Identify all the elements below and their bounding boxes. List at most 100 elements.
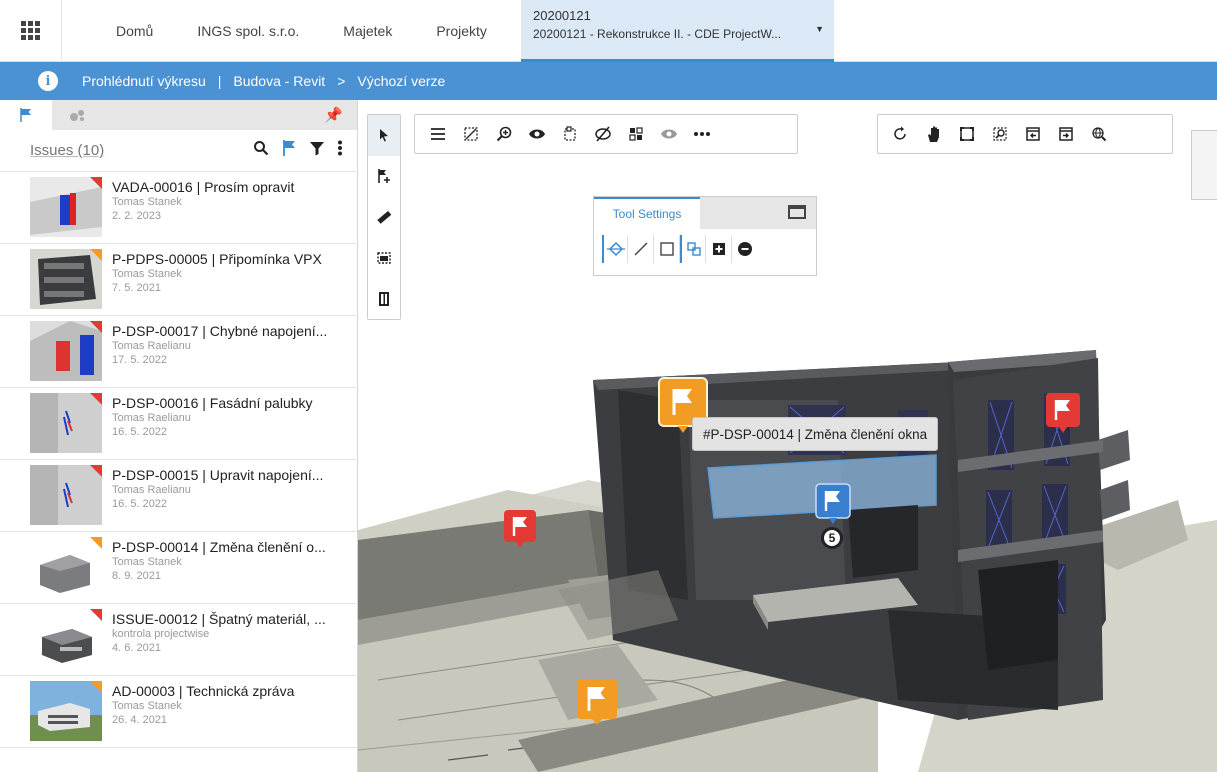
previous-view-icon[interactable] bbox=[1016, 119, 1049, 149]
issue-thumbnail bbox=[30, 609, 102, 669]
issue-title: P-PDPS-00005 | Připomínka VPX bbox=[112, 251, 322, 267]
select-tool-button[interactable] bbox=[368, 115, 400, 156]
issue-status-flag bbox=[90, 465, 102, 477]
breadcrumb-version[interactable]: Výchozí verze bbox=[357, 73, 445, 89]
issue-tooltip: #P-DSP-00014 | Změna členění okna bbox=[692, 417, 939, 451]
issue-status-flag bbox=[90, 249, 102, 261]
point-tool-icon[interactable] bbox=[602, 235, 628, 263]
section-button[interactable] bbox=[368, 237, 400, 278]
markup-icon bbox=[70, 110, 84, 121]
project-name: 20200121 - Rekonstrukce II. - CDE Projec… bbox=[533, 27, 782, 41]
tab-issues[interactable] bbox=[0, 100, 52, 130]
issue-thumbnail bbox=[30, 321, 102, 381]
remove-minus-icon[interactable] bbox=[732, 235, 758, 263]
add-plus-icon[interactable] bbox=[706, 235, 732, 263]
issue-list-item[interactable]: ISSUE-00012 | Špatný materiál, ... kontro… bbox=[0, 604, 357, 676]
eye-icon[interactable] bbox=[520, 119, 553, 149]
info-icon[interactable]: i bbox=[38, 71, 58, 91]
issue-date: 8. 9. 2021 bbox=[112, 570, 161, 582]
flag-icon bbox=[504, 510, 536, 548]
measure-button[interactable] bbox=[368, 197, 400, 238]
issue-status-flag bbox=[90, 537, 102, 549]
issue-author: Tomas Raelianu bbox=[112, 340, 191, 352]
model-viewport[interactable]: Tool Settings #P-DSP-00014 | Změna členě… bbox=[358, 100, 1217, 772]
search-icon[interactable] bbox=[253, 140, 269, 161]
issue-list-item[interactable]: VADA-00016 | Prosím opravit Tomas Stanek 2… bbox=[0, 172, 357, 244]
rectangle-tool-icon[interactable] bbox=[654, 235, 680, 263]
pan-hand-icon[interactable] bbox=[917, 119, 950, 149]
sheets-icon bbox=[379, 291, 389, 306]
view-toolbar bbox=[414, 114, 798, 154]
breadcrumb-model[interactable]: Budova - Revit bbox=[233, 73, 325, 89]
tab-tool-settings[interactable]: Tool Settings bbox=[594, 197, 700, 229]
issue-marker-blue[interactable] bbox=[815, 483, 851, 528]
project-code: 20200121 bbox=[533, 8, 591, 23]
flag-icon bbox=[20, 108, 31, 122]
issue-title: AD-00003 | Technická zpráva bbox=[112, 683, 295, 699]
project-selector[interactable]: 20200121 20200121 - Rekonstrukce II. - C… bbox=[521, 0, 834, 62]
issue-author: Tomas Raelianu bbox=[112, 484, 191, 496]
breadcrumb-separator: | bbox=[217, 73, 222, 89]
issue-thumbnail bbox=[30, 393, 102, 453]
issue-date: 16. 5. 2022 bbox=[112, 426, 168, 438]
issue-author: Tomas Stanek bbox=[112, 268, 182, 280]
next-view-icon[interactable] bbox=[1049, 119, 1082, 149]
window-icon[interactable] bbox=[788, 205, 806, 219]
nav-company[interactable]: INGS spol. s.r.o. bbox=[175, 0, 321, 62]
pin-icon[interactable]: 📌 bbox=[324, 106, 343, 124]
issues-header: Issues (10) bbox=[0, 130, 357, 172]
filter-icon[interactable] bbox=[309, 140, 325, 161]
issue-date: 2. 2. 2023 bbox=[112, 210, 161, 222]
issue-list-item[interactable]: P-DSP-00014 | Změna členění o... Tomas St… bbox=[0, 532, 357, 604]
issue-list-item[interactable]: P-PDPS-00005 | Připomínka VPX Tomas Stane… bbox=[0, 244, 357, 316]
rotate-icon[interactable] bbox=[884, 119, 917, 149]
more-horizontal-icon[interactable] bbox=[685, 119, 718, 149]
flag-add-icon bbox=[378, 169, 390, 184]
nav-home[interactable]: Domů bbox=[96, 0, 175, 62]
issue-status-flag bbox=[90, 393, 102, 405]
hide-icon[interactable] bbox=[586, 119, 619, 149]
nav-assets[interactable]: Majetek bbox=[321, 0, 414, 62]
issue-title: ISSUE-00012 | Špatný materiál, ... bbox=[112, 611, 326, 627]
issue-author: Tomas Stanek bbox=[112, 196, 182, 208]
grid-icon[interactable] bbox=[619, 119, 652, 149]
issue-date: 7. 5. 2021 bbox=[112, 282, 161, 294]
issue-date: 17. 5. 2022 bbox=[112, 354, 168, 366]
issue-list-item[interactable]: P-DSP-00016 | Fasádní palubky Tomas Raeli… bbox=[0, 388, 357, 460]
navigation-toolbar bbox=[877, 114, 1173, 154]
line-tool-icon[interactable] bbox=[628, 235, 654, 263]
flag-filter-icon[interactable] bbox=[281, 139, 297, 162]
nav-projects[interactable]: Projekty bbox=[414, 0, 509, 62]
top-navigation: Domů INGS spol. s.r.o. Majetek Projekty … bbox=[0, 0, 1217, 62]
issue-count-badge: 5 bbox=[821, 527, 843, 549]
isolate-icon[interactable] bbox=[454, 119, 487, 149]
add-issue-button[interactable] bbox=[368, 156, 400, 197]
issue-status-flag bbox=[90, 321, 102, 333]
issue-list-item[interactable]: P-DSP-00017 | Chybné napojení... Tomas Ra… bbox=[0, 316, 357, 388]
globe-zoom-icon[interactable] bbox=[1082, 119, 1115, 149]
sheets-button[interactable] bbox=[368, 278, 400, 319]
breadcrumb-page[interactable]: Prohlédnutí výkresu bbox=[82, 73, 206, 89]
issues-title[interactable]: Issues (10) bbox=[30, 142, 241, 159]
tab-markups[interactable] bbox=[52, 100, 104, 130]
issue-title: VADA-00016 | Prosím opravit bbox=[112, 179, 295, 195]
menu-icon[interactable] bbox=[421, 119, 454, 149]
select-box-icon[interactable] bbox=[553, 119, 586, 149]
issue-marker-red[interactable] bbox=[503, 509, 537, 552]
issue-thumbnail bbox=[30, 249, 102, 309]
issue-list-item[interactable]: AD-00003 | Technická zpráva Tomas Stanek 2… bbox=[0, 676, 357, 748]
ruler-icon bbox=[377, 210, 392, 224]
zoom-in-icon[interactable] bbox=[487, 119, 520, 149]
more-vertical-icon[interactable] bbox=[337, 140, 343, 161]
issue-list-item[interactable]: P-DSP-00015 | Upravit napojení... Tomas R… bbox=[0, 460, 357, 532]
issue-marker-orange[interactable] bbox=[576, 678, 618, 729]
issues-panel: 📌 Issues (10) VADA-00016 | Prosím opravi… bbox=[0, 100, 358, 772]
issue-marker-red[interactable] bbox=[1045, 392, 1081, 437]
element-select-icon[interactable] bbox=[680, 235, 706, 263]
apps-button[interactable] bbox=[0, 0, 62, 62]
issue-date: 26. 4. 2021 bbox=[112, 714, 168, 726]
zoom-window-icon[interactable] bbox=[983, 119, 1016, 149]
show-all-icon[interactable] bbox=[652, 119, 685, 149]
navigation-cube[interactable] bbox=[1191, 130, 1217, 200]
fit-view-icon[interactable] bbox=[950, 119, 983, 149]
